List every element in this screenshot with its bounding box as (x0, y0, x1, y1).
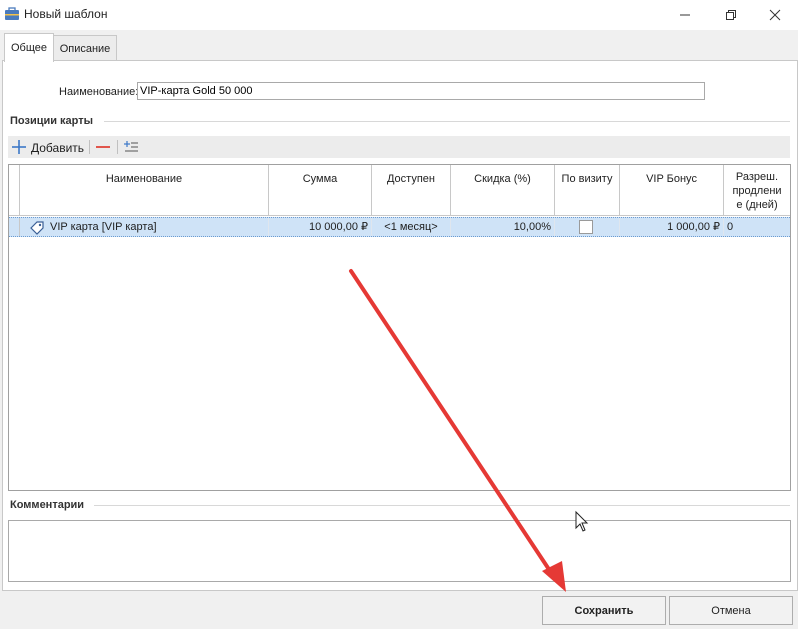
cell-discount[interactable]: 10,00% (451, 218, 555, 236)
name-input[interactable] (137, 82, 705, 100)
name-label: Наименование: (59, 86, 139, 98)
remove-button[interactable] (95, 139, 111, 155)
plus-icon (12, 140, 26, 154)
tab-description-label: Описание (59, 43, 111, 55)
save-button[interactable]: Сохранить (542, 596, 666, 625)
insert-list-icon (124, 141, 138, 152)
restore-button[interactable] (708, 0, 754, 30)
table-row[interactable]: VIP карта [VIP карта] 10 000,00 ₽ <1 мес… (9, 217, 790, 237)
cell-available[interactable]: <1 месяц> (372, 218, 451, 236)
row-indicator (9, 218, 20, 236)
minimize-icon (680, 14, 690, 16)
window-title: Новый шаблон (24, 7, 108, 21)
restore-icon (726, 10, 736, 20)
comments-section-title: Комментарии (10, 499, 85, 511)
save-button-label: Сохранить (574, 604, 634, 617)
cell-vip-bonus[interactable]: 1 000,00 ₽ (620, 218, 724, 236)
column-header-name[interactable]: Наименование (20, 165, 269, 216)
section-divider (94, 505, 790, 506)
comments-textarea[interactable] (8, 520, 791, 582)
minus-icon (96, 146, 110, 148)
toolbar-separator (117, 140, 118, 154)
tab-description[interactable]: Описание (53, 35, 117, 62)
add-button[interactable] (11, 139, 27, 155)
column-header-sum[interactable]: Сумма (269, 165, 372, 216)
minimize-button[interactable] (662, 0, 708, 30)
toolbar-separator (89, 140, 90, 154)
cell-sum[interactable]: 10 000,00 ₽ (269, 218, 372, 236)
close-button[interactable] (752, 0, 798, 30)
column-header-vip-bonus[interactable]: VIP Бонус (620, 165, 724, 216)
tab-general-label: Общее (10, 42, 48, 54)
tab-general[interactable]: Общее (4, 33, 54, 62)
row-indicator-header (9, 165, 20, 216)
add-button-label[interactable]: Добавить (31, 141, 84, 155)
cancel-button-label: Отмена (711, 604, 751, 617)
cell-name[interactable]: VIP карта [VIP карта] (46, 218, 269, 236)
column-header-extension[interactable]: Разреш. продлени е (дней) (724, 165, 790, 216)
tag-icon (29, 219, 45, 235)
positions-grid[interactable]: Наименование Сумма Доступен Скидка (%) П… (8, 164, 791, 491)
per-visit-checkbox[interactable] (579, 220, 593, 234)
column-header-discount[interactable]: Скидка (%) (451, 165, 555, 216)
cell-extension[interactable]: 0 (724, 218, 790, 236)
column-header-available[interactable]: Доступен (372, 165, 451, 216)
cell-per-visit[interactable] (555, 218, 620, 236)
column-header-per-visit[interactable]: По визиту (555, 165, 620, 216)
briefcase-icon (4, 6, 20, 22)
section-divider (104, 121, 790, 122)
insert-row-button[interactable] (123, 139, 139, 155)
close-icon (769, 9, 781, 21)
cancel-button[interactable]: Отмена (669, 596, 793, 625)
positions-section-title: Позиции карты (10, 115, 94, 127)
